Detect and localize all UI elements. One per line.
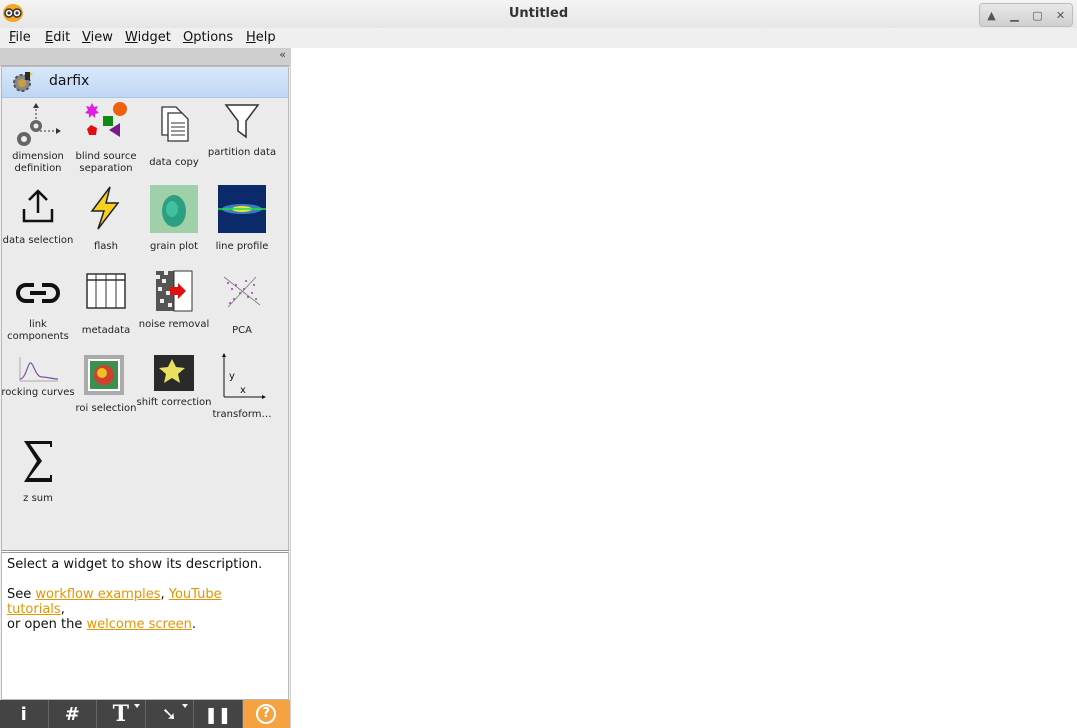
- menu-edit[interactable]: Edit: [45, 30, 70, 45]
- widget-grain-plot[interactable]: grain plot: [140, 185, 208, 265]
- minimize-icon[interactable]: ▁: [1006, 6, 1024, 24]
- noise-removal-icon: [156, 270, 193, 312]
- period-text: .: [191, 617, 196, 632]
- widget-label: flash: [94, 241, 118, 252]
- dimension-definition-icon: [17, 103, 61, 146]
- menu-bar: File Edit View Widget Options Help: [0, 28, 1077, 48]
- line-profile-icon: [218, 185, 266, 233]
- widget-transformation[interactable]: y x transform…: [208, 353, 276, 433]
- widget-label: line profile: [215, 241, 269, 252]
- menu-options[interactable]: Options: [183, 30, 233, 45]
- widget-shift-correction[interactable]: shift correction: [136, 353, 212, 433]
- category-title: darfix: [49, 73, 90, 89]
- widget-label: metadata: [81, 325, 131, 336]
- widget-label: z sum: [23, 493, 53, 504]
- widget-blind-source-separation[interactable]: blind source separation: [72, 101, 140, 181]
- widget-label: grain plot: [149, 241, 199, 252]
- shift-correction-icon: [154, 355, 194, 391]
- widget-partition-data[interactable]: partition data: [208, 101, 276, 181]
- widget-label: blind source separation: [75, 151, 137, 174]
- workflow-canvas[interactable]: [290, 48, 1077, 728]
- partition-data-icon: [224, 104, 260, 139]
- z-sum-icon: [24, 441, 52, 482]
- widget-data-selection[interactable]: data selection: [3, 185, 73, 265]
- welcome-screen-link[interactable]: welcome screen: [86, 617, 191, 632]
- pca-icon: [223, 276, 261, 308]
- comma-text: ,: [160, 587, 169, 602]
- description-text: Select a widget to show its description.: [7, 557, 263, 572]
- widget-label: link components: [7, 319, 69, 342]
- category-header-darfix[interactable]: darfix: [2, 67, 288, 98]
- dock-header: «: [0, 48, 290, 66]
- widget-label: rocking curves: [1, 387, 75, 398]
- data-copy-icon: [161, 106, 189, 142]
- menu-file[interactable]: File: [9, 30, 31, 45]
- flash-icon: [90, 186, 120, 230]
- widget-line-profile[interactable]: line profile: [208, 185, 276, 265]
- grid-icon[interactable]: #: [49, 700, 97, 728]
- widget-dock: « darfix dimension definition blind sour…: [0, 48, 290, 728]
- data-selection-icon: [22, 189, 54, 223]
- grain-plot-icon: [150, 185, 198, 233]
- widget-label: PCA: [232, 325, 252, 336]
- widget-noise-removal[interactable]: noise removal: [139, 269, 209, 349]
- darfix-category-icon: [13, 72, 33, 92]
- see-text: See: [7, 587, 36, 602]
- transformation-icon: y x: [222, 353, 266, 399]
- window-controls: ▲ ▁ ▢ ✕: [979, 3, 1073, 27]
- widget-metadata[interactable]: metadata: [72, 269, 140, 349]
- widget-link-components[interactable]: link components: [4, 269, 72, 349]
- widget-label: roi selection: [75, 403, 137, 414]
- description-panel: Select a widget to show its description.…: [1, 550, 289, 700]
- window-title: Untitled: [508, 6, 569, 21]
- widget-label: data selection: [2, 235, 74, 246]
- widget-label: data copy: [149, 157, 199, 168]
- menu-help[interactable]: Help: [246, 30, 276, 45]
- title-bar: Untitled ▲ ▁ ▢ ✕: [0, 0, 1077, 29]
- widget-label: shift correction: [136, 397, 212, 408]
- workflow-examples-link[interactable]: workflow examples: [35, 587, 160, 602]
- help-glyph: ?: [256, 704, 277, 724]
- menu-widget[interactable]: Widget: [125, 30, 171, 45]
- widget-pca[interactable]: PCA: [208, 269, 276, 349]
- info-icon[interactable]: i: [0, 700, 49, 728]
- pause-icon[interactable]: ❚❚: [194, 700, 243, 728]
- svg-text:x: x: [240, 385, 246, 396]
- text-annotation-icon[interactable]: T: [97, 700, 146, 728]
- widget-label: dimension definition: [12, 151, 64, 174]
- widget-roi-selection[interactable]: roi selection: [72, 353, 140, 433]
- widget-data-copy[interactable]: data copy: [140, 101, 208, 181]
- blind-source-separation-icon: [85, 102, 127, 137]
- widget-label: transform…: [212, 409, 272, 420]
- help-icon[interactable]: ?: [242, 700, 290, 728]
- roi-selection-icon: [84, 355, 124, 395]
- svg-text:y: y: [229, 371, 235, 382]
- arrow-annotation-icon[interactable]: ➘: [146, 700, 194, 728]
- widget-label: partition data: [207, 147, 277, 158]
- collapse-dock-icon[interactable]: «: [279, 48, 286, 61]
- bottom-toolbar: i # T ➘ ❚❚ ?: [0, 700, 290, 728]
- menu-view[interactable]: View: [82, 30, 113, 45]
- widget-toolbox: darfix dimension definition blind source…: [1, 66, 289, 591]
- widget-dimension-definition[interactable]: dimension definition: [4, 101, 72, 181]
- widget-label: noise removal: [138, 319, 210, 330]
- metadata-icon: [86, 273, 126, 309]
- close-icon[interactable]: ✕: [1052, 6, 1070, 24]
- maximize-icon[interactable]: ▢: [1029, 6, 1047, 24]
- widget-z-sum[interactable]: z sum: [4, 437, 72, 517]
- widget-rocking-curves[interactable]: rocking curves: [1, 353, 75, 433]
- help-links: See workflow examples, YouTube tutorials…: [7, 587, 283, 632]
- link-components-icon: [16, 283, 60, 303]
- up-icon[interactable]: ▲: [983, 6, 1001, 24]
- widget-flash[interactable]: flash: [72, 185, 140, 265]
